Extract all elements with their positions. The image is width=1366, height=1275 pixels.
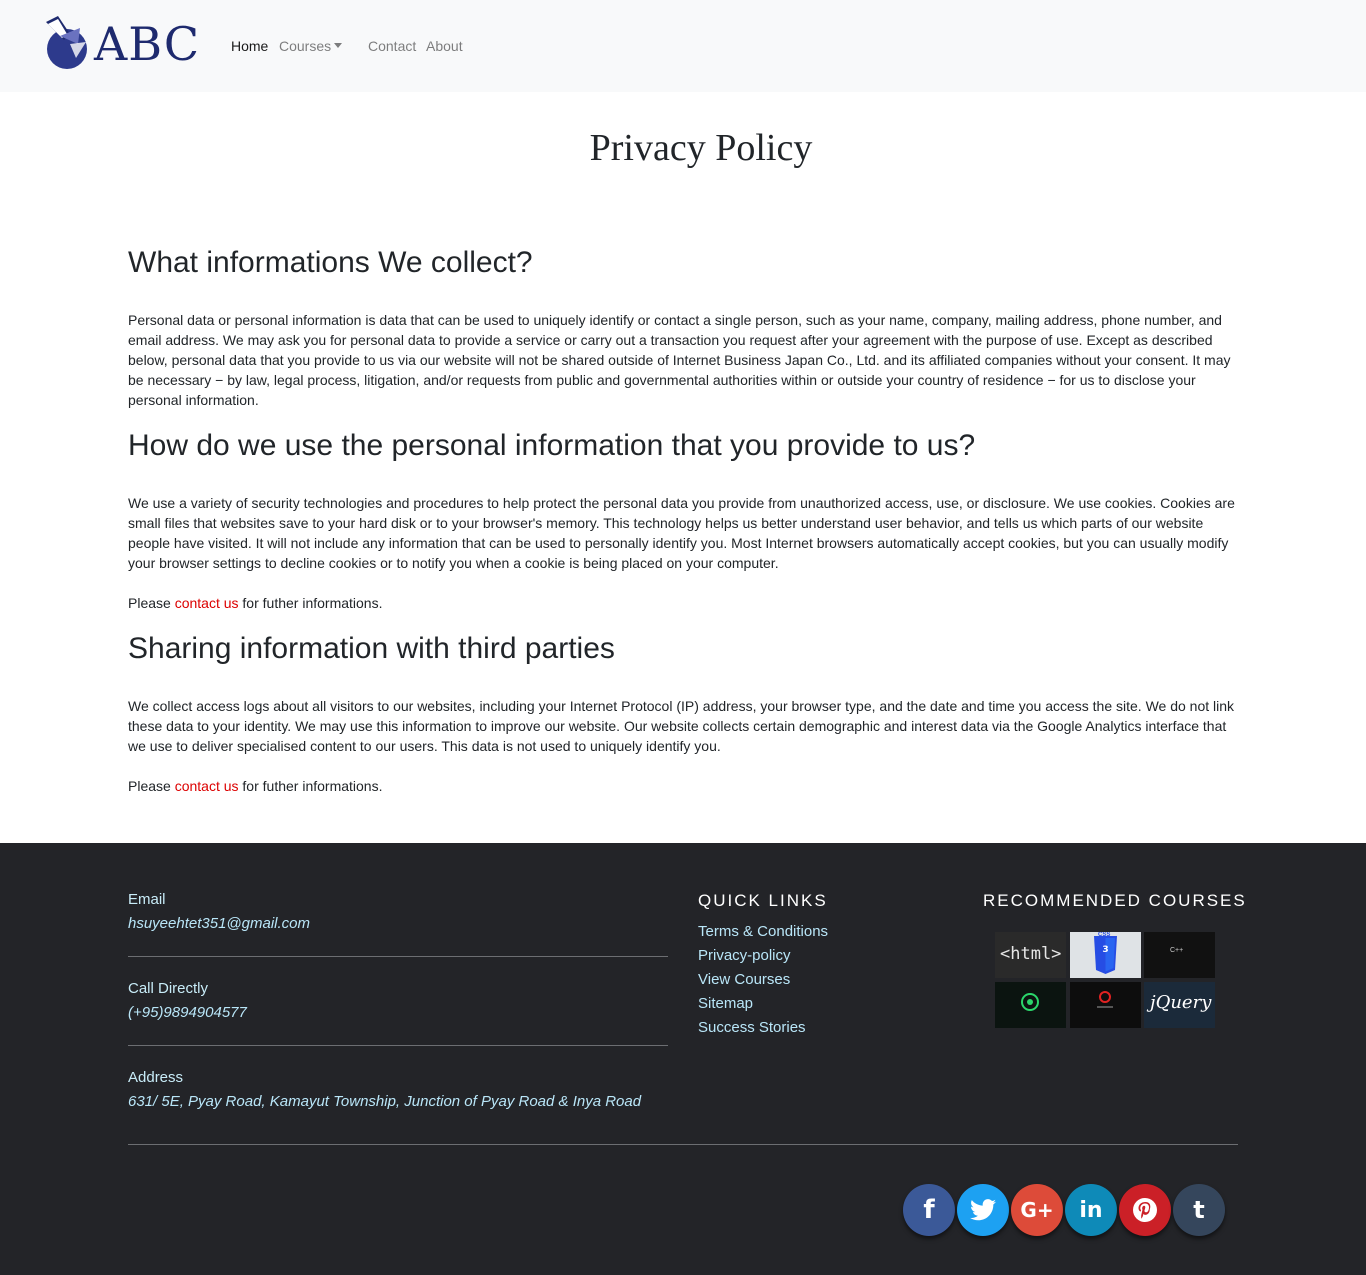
footer-bottom-divider: [128, 1144, 1238, 1145]
recommended-courses-heading: RECOMMENDED COURSES: [983, 891, 1247, 910]
facebook-icon: f: [923, 1195, 935, 1225]
email-label: Email: [128, 891, 166, 908]
quick-link-stories[interactable]: Success Stories: [698, 1018, 806, 1038]
chevron-down-icon: [334, 43, 343, 48]
page-title: Privacy Policy: [589, 127, 813, 169]
quick-link-terms[interactable]: Terms & Conditions: [698, 922, 828, 942]
pinterest-icon: [1133, 1198, 1157, 1222]
section-heading-sharing: Sharing information with third parties: [128, 632, 615, 665]
pinterest-button[interactable]: [1119, 1184, 1171, 1236]
footer-divider: [128, 956, 668, 957]
css3-icon: 3: [1094, 936, 1117, 974]
red-tech-icon: [1097, 991, 1113, 1008]
section-body-collect: Personal data or personal information is…: [128, 312, 1231, 408]
contact-prefix: Please: [128, 778, 175, 794]
google-plus-icon: G+: [1020, 1198, 1054, 1222]
phone-label: Call Directly: [128, 980, 209, 997]
course-tile-red[interactable]: [1070, 982, 1141, 1028]
css-label: CSS: [1098, 932, 1111, 938]
contact-line-sharing: Please contact us for futher information…: [128, 776, 1238, 796]
brand-logo[interactable]: ABC: [40, 14, 199, 72]
logo-icon: [46, 16, 87, 69]
quick-link-privacy[interactable]: Privacy-policy: [698, 946, 791, 966]
twitter-icon: [970, 1199, 996, 1221]
course-tile-css[interactable]: 3 CSS: [1070, 932, 1141, 978]
section-heading-collect: What informations We collect?: [128, 246, 533, 279]
top-navbar: ABC Home Courses Contact About: [0, 0, 1366, 92]
green-tech-icon: [1021, 993, 1039, 1011]
contact-line-use: Please contact us for futher information…: [128, 593, 1238, 613]
logo-text: ABC: [94, 17, 201, 71]
linkedin-icon: in: [1079, 1197, 1103, 1223]
address-label: Address: [128, 1069, 184, 1086]
address-value: 631/ 5E, Pyay Road, Kamayut Township, Ju…: [128, 1093, 642, 1110]
course-tile-green[interactable]: [995, 982, 1066, 1028]
footer-divider: [128, 1045, 668, 1046]
quick-link-courses[interactable]: View Courses: [698, 970, 790, 990]
quick-link-sitemap[interactable]: Sitemap: [698, 994, 753, 1014]
contact-suffix: for futher informations.: [238, 595, 383, 611]
jquery-icon: jQuery: [1150, 992, 1212, 1013]
contact-us-link[interactable]: contact us: [175, 595, 239, 611]
contact-us-link[interactable]: contact us: [175, 778, 239, 794]
course-tile-jquery[interactable]: jQuery: [1144, 982, 1215, 1028]
tumblr-icon: t: [1193, 1196, 1205, 1224]
course-tile-cpp[interactable]: C++: [1144, 932, 1215, 978]
section-body-sharing: We collect access logs about all visitor…: [128, 698, 1235, 754]
phone-value[interactable]: (+95)9894904577: [128, 1003, 247, 1023]
facebook-button[interactable]: f: [903, 1184, 955, 1236]
contact-suffix: for futher informations.: [238, 778, 383, 794]
quick-links-heading: QUICK LINKS: [698, 891, 828, 910]
course-tile-html[interactable]: <html>: [995, 932, 1066, 978]
section-heading-use: How do we use the personal information t…: [128, 429, 976, 462]
nav-contact[interactable]: Contact: [368, 37, 416, 55]
section-body-use: We use a variety of security technologie…: [128, 495, 1235, 571]
linkedin-button[interactable]: in: [1065, 1184, 1117, 1236]
contact-prefix: Please: [128, 595, 175, 611]
cpp-icon: C++: [1170, 947, 1184, 954]
html-icon: <html>: [1000, 944, 1062, 964]
svg-text:3: 3: [1102, 945, 1108, 955]
tumblr-button[interactable]: t: [1173, 1184, 1225, 1236]
nav-about[interactable]: About: [426, 37, 463, 55]
google-plus-button[interactable]: G+: [1011, 1184, 1063, 1236]
email-value[interactable]: hsuyeehtet351@gmail.com: [128, 914, 310, 934]
twitter-button[interactable]: [957, 1184, 1009, 1236]
nav-courses-dropdown[interactable]: Courses: [279, 37, 343, 55]
nav-home[interactable]: Home: [231, 37, 268, 55]
nav-courses-label: Courses: [279, 38, 332, 54]
